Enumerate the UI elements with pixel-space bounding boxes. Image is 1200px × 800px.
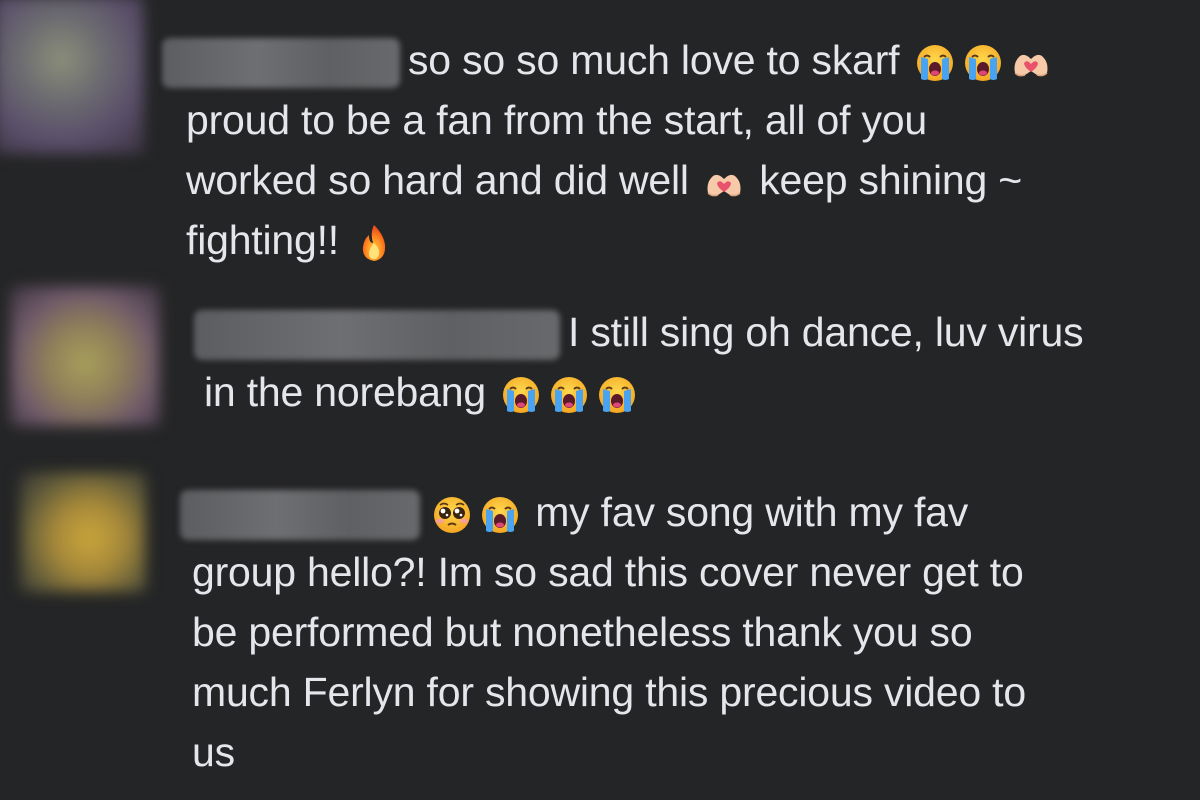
comment-text: so so so much love to skarf — [408, 37, 900, 83]
comment-text: my fav song with my fav — [535, 489, 969, 535]
comment-3: my fav song with my fav group hello?! Im… — [0, 460, 1200, 800]
comment-text: worked so hard and did well — [186, 157, 689, 203]
comment-1: so so so much love to skarf proud to be … — [0, 0, 1200, 280]
heart-hands-icon — [704, 163, 744, 203]
comment-line: worked so hard and did well keep shining… — [186, 150, 1055, 210]
avatar[interactable] — [10, 286, 160, 426]
loudly-crying-face-icon — [501, 375, 541, 415]
comment-line: I still sing oh dance, luv virus — [194, 302, 1084, 362]
comment-text: fighting!! — [186, 217, 339, 263]
loudly-crying-face-icon — [963, 43, 1003, 83]
author-name-redacted[interactable] — [194, 310, 560, 361]
heart-hands-icon — [1011, 43, 1051, 83]
comment-2: I still sing oh dance, luv virus in the … — [0, 280, 1200, 450]
loudly-crying-face-icon — [915, 43, 955, 83]
comment-text: I still sing oh dance, luv virus — [568, 309, 1084, 355]
author-name-redacted[interactable] — [162, 38, 400, 89]
comment-text: much Ferlyn for showing this precious vi… — [192, 669, 1026, 715]
comment-text: keep shining ~ — [759, 157, 1023, 203]
comment-body: my fav song with my fav group hello?! Im… — [180, 482, 1026, 782]
avatar[interactable] — [0, 0, 144, 154]
loudly-crying-face-icon — [549, 375, 589, 415]
comment-line: my fav song with my fav — [180, 482, 1026, 542]
comment-text: in the norebang — [204, 369, 486, 415]
comment-line: fighting!! — [186, 210, 1055, 270]
comment-body: so so so much love to skarf proud to be … — [162, 30, 1055, 270]
comment-text: us — [192, 729, 235, 775]
comment-text: be performed but nonetheless thank you s… — [192, 609, 973, 655]
loudly-crying-face-icon — [597, 375, 637, 415]
loudly-crying-face-icon — [480, 495, 520, 535]
fire-icon — [354, 223, 394, 263]
comment-line: in the norebang — [204, 362, 1083, 422]
avatar[interactable] — [20, 472, 146, 592]
comment-text: group hello?! Im so sad this cover never… — [192, 549, 1024, 595]
author-name-redacted[interactable] — [180, 490, 420, 541]
pleading-face-icon — [432, 495, 472, 535]
comment-body: I still sing oh dance, luv virus in the … — [194, 302, 1084, 422]
comment-line: so so so much love to skarf — [162, 30, 1055, 90]
comment-text: proud to be a fan from the start, all of… — [186, 97, 928, 143]
